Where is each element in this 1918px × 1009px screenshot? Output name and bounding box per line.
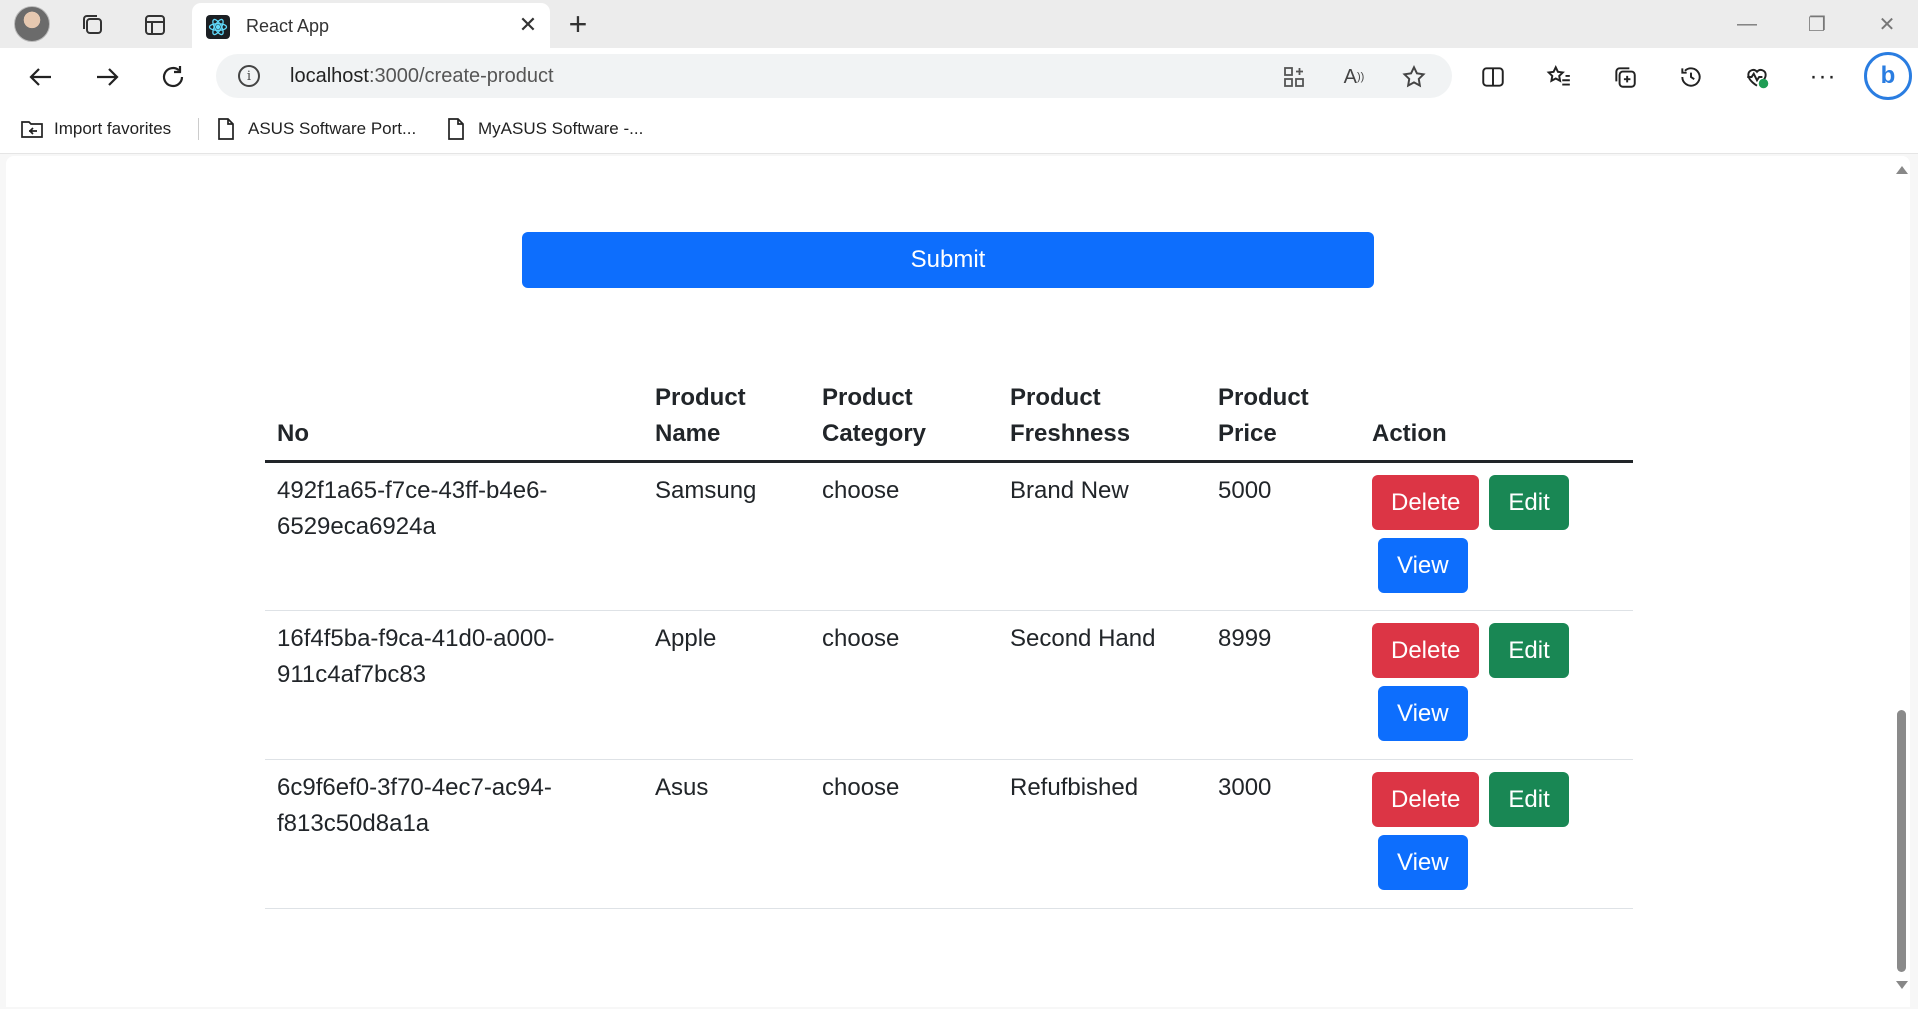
header-product-name: Product Name <box>643 372 810 463</box>
cell-category: choose <box>810 759 998 909</box>
cell-name: Asus <box>643 759 810 909</box>
cell-price: 3000 <box>1206 759 1360 909</box>
delete-button[interactable]: Delete <box>1372 772 1480 827</box>
cell-actions: Delete Edit View <box>1360 759 1633 909</box>
header-product-freshness: Product Freshness <box>998 372 1206 463</box>
cell-id: 6c9f6ef0-3f70-4ec7-ac94-f813c50d8a1a <box>265 759 643 909</box>
scroll-up-arrow-icon[interactable] <box>1896 166 1908 174</box>
favorites-bar: Import favorites ASUS Software Port... M… <box>0 104 1918 154</box>
delete-button[interactable]: Delete <box>1372 475 1480 530</box>
favorite-star-icon[interactable] <box>1400 63 1428 91</box>
close-tab-icon[interactable]: ✕ <box>516 12 540 37</box>
cell-freshness: Brand New <box>998 461 1206 611</box>
table-row: 6c9f6ef0-3f70-4ec7-ac94-f813c50d8a1a Asu… <box>265 759 1633 909</box>
cell-freshness: Second Hand <box>998 610 1206 760</box>
scroll-down-arrow-icon[interactable] <box>1896 981 1908 989</box>
header-product-category: Product Category <box>810 372 998 463</box>
favorite-myasus-software[interactable]: MyASUS Software -... <box>444 116 643 142</box>
view-button[interactable]: View <box>1378 686 1468 741</box>
cell-name: Apple <box>643 610 810 760</box>
browser-essentials-icon[interactable] <box>1738 58 1776 96</box>
workspaces-icon[interactable] <box>76 8 110 42</box>
tab-title: React App <box>246 16 330 36</box>
favorites-divider <box>198 118 199 140</box>
cell-price: 5000 <box>1206 461 1360 611</box>
header-product-price: Product Price <box>1206 372 1360 463</box>
history-icon[interactable] <box>1672 58 1710 96</box>
cell-name: Samsung <box>643 461 810 611</box>
react-logo-icon <box>206 15 230 39</box>
collections-icon[interactable] <box>1606 58 1644 96</box>
table-row: 492f1a65-f7ce-43ff-b4e6-6529eca6924a Sam… <box>265 461 1633 611</box>
forward-icon[interactable] <box>88 58 126 96</box>
import-favorites-icon <box>20 117 44 141</box>
edit-button[interactable]: Edit <box>1489 772 1569 827</box>
edit-button[interactable]: Edit <box>1489 475 1569 530</box>
edit-button[interactable]: Edit <box>1489 623 1569 678</box>
favorite-label: MyASUS Software -... <box>478 119 644 138</box>
browser-toolbar: i localhost:3000/create-product A)) ··· … <box>0 48 1918 104</box>
favorite-label: ASUS Software Port... <box>248 119 417 138</box>
cell-category: choose <box>810 461 998 611</box>
cell-id: 16f4f5ba-f9ca-41d0-a000-911c4af7bc83 <box>265 610 643 760</box>
tab-strip: React App ✕ + — ❐ ✕ <box>0 0 1918 48</box>
app-available-icon[interactable] <box>1280 63 1308 91</box>
favorite-import[interactable]: Import favorites <box>20 116 171 142</box>
url-path: :3000/create-product <box>368 65 554 87</box>
back-icon[interactable] <box>22 58 60 96</box>
scrollbar-thumb[interactable] <box>1897 710 1906 972</box>
submit-button[interactable]: Submit <box>522 232 1374 288</box>
favorite-asus-software-portal[interactable]: ASUS Software Port... <box>214 116 416 142</box>
split-screen-icon[interactable] <box>1474 58 1512 96</box>
view-button[interactable]: View <box>1378 835 1468 890</box>
new-tab-icon[interactable]: + <box>560 6 596 42</box>
table-header-row: No Product Name Product Category Product… <box>265 372 1633 463</box>
bing-copilot-icon[interactable]: b <box>1864 52 1912 100</box>
header-no: No <box>265 372 643 463</box>
table-row: 16f4f5ba-f9ca-41d0-a000-911c4af7bc83 App… <box>265 610 1633 760</box>
minimize-icon[interactable]: — <box>1722 6 1772 42</box>
delete-button[interactable]: Delete <box>1372 623 1480 678</box>
products-table: No Product Name Product Category Product… <box>265 372 1633 909</box>
cell-actions: Delete Edit View <box>1360 610 1633 760</box>
read-aloud-icon[interactable]: A)) <box>1340 63 1368 91</box>
cell-actions: Delete Edit View <box>1360 461 1633 611</box>
refresh-icon[interactable] <box>154 58 192 96</box>
page-viewport: Submit No Product Name Product Category … <box>6 156 1910 1007</box>
favorites-icon[interactable] <box>1540 58 1578 96</box>
page-icon <box>214 117 238 141</box>
site-info-icon[interactable]: i <box>238 65 260 87</box>
view-button[interactable]: View <box>1378 538 1468 593</box>
cell-id: 492f1a65-f7ce-43ff-b4e6-6529eca6924a <box>265 461 643 611</box>
vertical-tabs-icon[interactable] <box>138 8 172 42</box>
restore-icon[interactable]: ❐ <box>1792 6 1842 42</box>
active-tab[interactable]: React App ✕ <box>192 3 550 48</box>
page-icon <box>444 117 468 141</box>
vertical-scrollbar[interactable] <box>1892 156 1910 1007</box>
header-action: Action <box>1360 372 1633 463</box>
more-options-icon[interactable]: ··· <box>1804 58 1842 96</box>
cell-freshness: Refufbished <box>998 759 1206 909</box>
window-close-icon[interactable]: ✕ <box>1862 6 1912 42</box>
cell-price: 8999 <box>1206 610 1360 760</box>
cell-category: choose <box>810 610 998 760</box>
url-host: localhost <box>290 65 369 87</box>
url-text[interactable]: localhost:3000/create-product <box>290 65 554 88</box>
favorite-label: Import favorites <box>54 119 172 138</box>
profile-avatar[interactable] <box>14 6 50 42</box>
address-bar[interactable]: i localhost:3000/create-product A)) <box>216 54 1452 98</box>
